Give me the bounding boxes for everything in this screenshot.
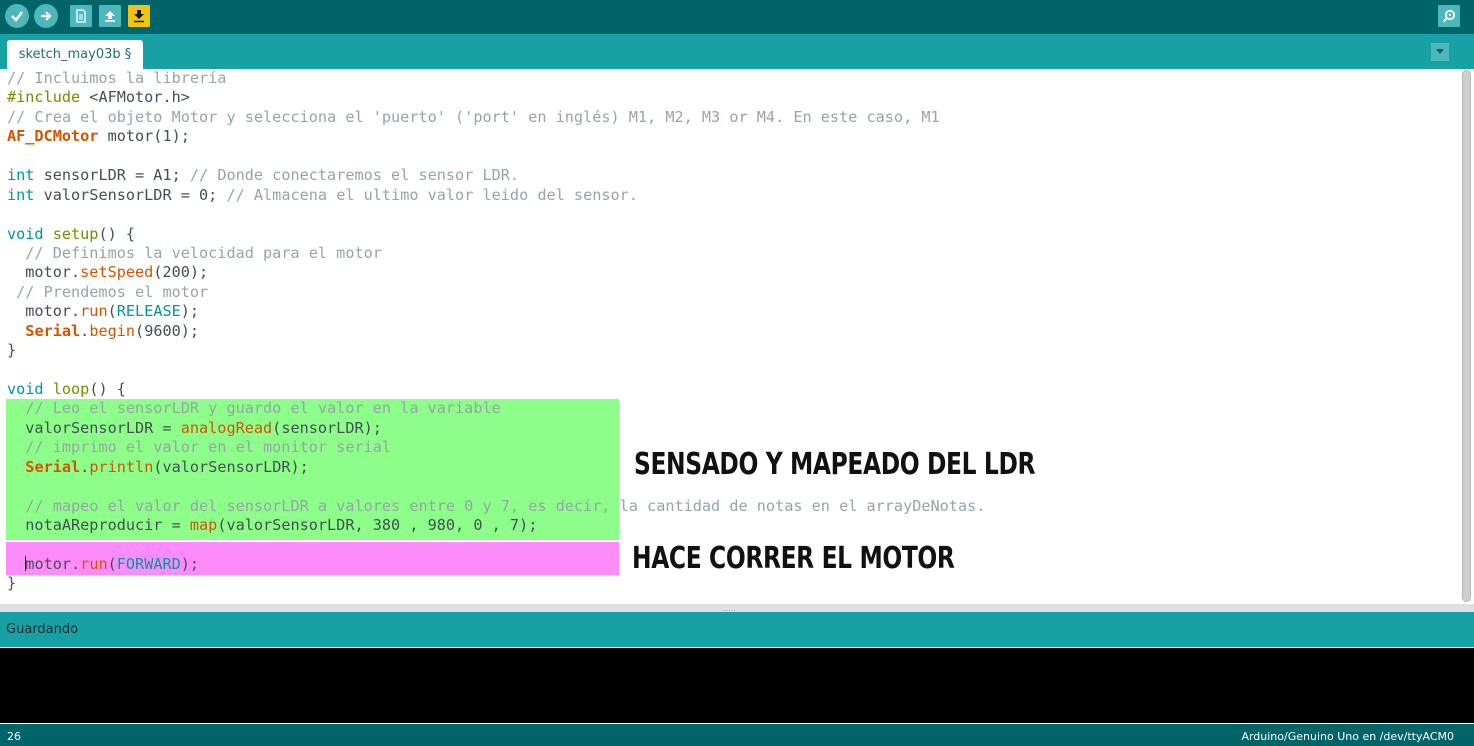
code-line: // Leo el sensorLDR y guardo el valor en…	[7, 399, 501, 418]
board-port-info: Arduino/Genuino Uno en /dev/ttyACM0	[1241, 730, 1454, 743]
tab-bar: sketch_may03b §	[0, 34, 1474, 69]
footer-bar: 26 Arduino/Genuino Uno en /dev/ttyACM0	[0, 724, 1474, 746]
code-line: #include <AFMotor.h>	[7, 88, 190, 107]
code-line: }	[7, 341, 17, 360]
serial-monitor-button[interactable]	[1438, 5, 1460, 27]
code-content: // Incluimos la librería #include <AFMoto…	[7, 69, 985, 594]
save-button[interactable]	[128, 5, 150, 27]
code-editor[interactable]: // Incluimos la librería #include <AFMoto…	[0, 69, 1460, 604]
editor-scrollbar[interactable]	[1460, 69, 1474, 604]
code-line: int valorSensorLDR = 0; // Almacena el u…	[7, 185, 638, 204]
code-line: }	[7, 574, 17, 593]
console-output[interactable]	[0, 647, 1474, 724]
text-cursor	[25, 555, 27, 571]
tab-sketch[interactable]: sketch_may03b §	[7, 40, 143, 69]
code-line: void setup() {	[7, 224, 136, 243]
code-line: valorSensorLDR = analogRead(sensorLDR);	[7, 418, 382, 437]
new-file-icon	[76, 9, 86, 23]
upload-button[interactable]	[34, 4, 58, 28]
code-line: // Prendemos el motor	[7, 282, 209, 301]
code-line: motor.run(RELEASE);	[7, 302, 200, 321]
code-line: // Definimos la velocidad para el motor	[7, 243, 382, 262]
split-divider[interactable]: .....	[0, 604, 1474, 613]
status-bar: Guardando	[0, 612, 1474, 647]
code-line: notaAReproducir = map(valorSensorLDR, 38…	[7, 516, 538, 535]
save-arrow-down-icon	[134, 10, 144, 23]
annotation-motor: HACE CORRER EL MOTOR	[632, 541, 955, 576]
magnifier-icon	[1442, 9, 1456, 23]
code-line: int sensorLDR = A1; // Donde conectaremo…	[7, 166, 520, 185]
toolbar	[0, 0, 1474, 34]
code-line: // Crea el objeto Motor y selecciona el …	[7, 107, 940, 126]
code-line: Serial.begin(9600);	[25, 321, 200, 340]
chevron-down-icon	[1436, 49, 1444, 54]
code-line: AF_DCMotor motor(1);	[7, 127, 190, 146]
open-arrow-up-icon	[105, 11, 115, 22]
code-line: // mapeo el valor del sensorLDR a valore…	[7, 496, 986, 515]
status-message: Guardando	[6, 622, 79, 637]
check-icon	[11, 11, 23, 22]
arrow-right-icon	[41, 11, 52, 21]
verify-button[interactable]	[5, 4, 29, 28]
annotation-sensing: SENSADO Y MAPEADO DEL LDR	[634, 447, 1036, 482]
new-button[interactable]	[70, 5, 92, 27]
code-line: motor.setSpeed(200);	[7, 263, 209, 282]
scrollbar-thumb[interactable]	[1462, 70, 1471, 602]
code-line: // Incluimos la librería	[7, 69, 227, 87]
open-button[interactable]	[99, 5, 121, 27]
code-line: void loop() {	[7, 380, 126, 398]
tab-menu-button[interactable]	[1431, 43, 1449, 61]
line-number: 26	[7, 730, 21, 743]
